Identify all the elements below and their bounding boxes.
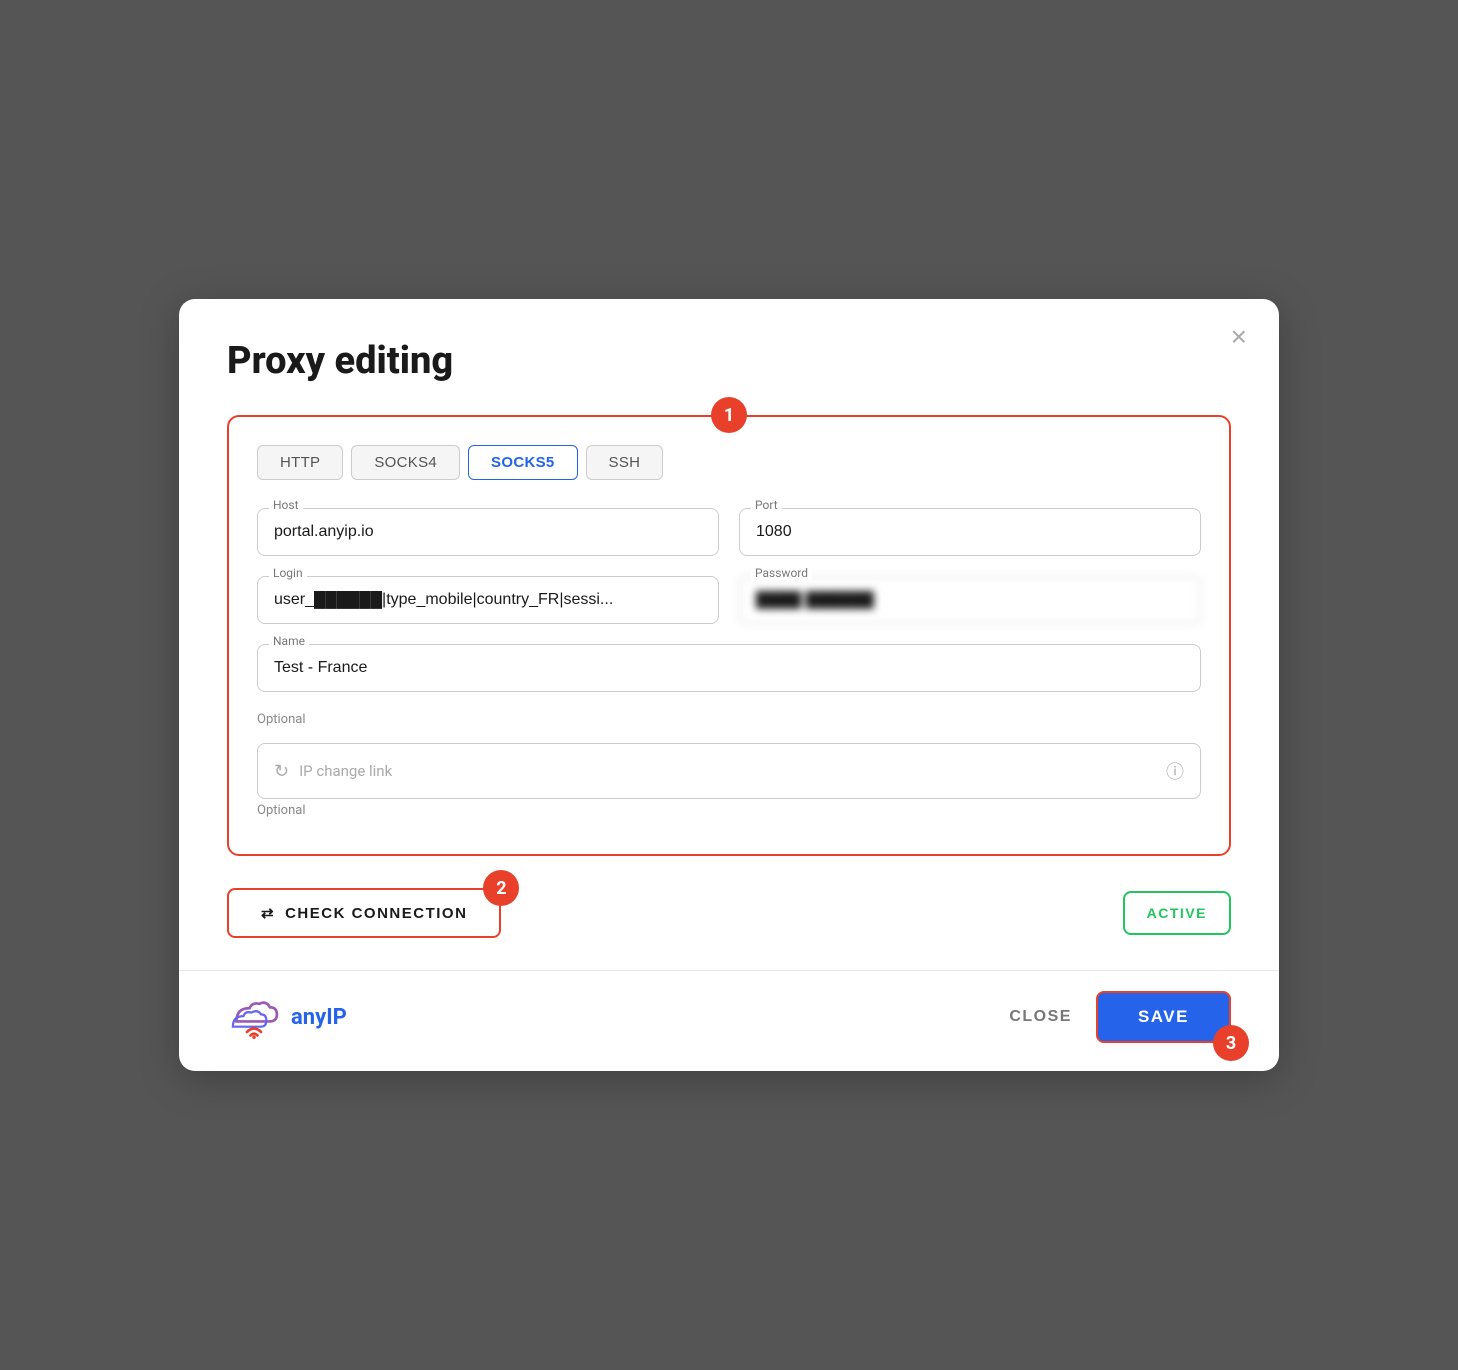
tab-socks4[interactable]: SOCKS4	[351, 445, 460, 480]
save-button[interactable]: SAVE	[1096, 991, 1231, 1043]
host-label: Host	[269, 498, 303, 512]
logo-text: anyIP	[291, 1005, 347, 1030]
name-input[interactable]	[257, 644, 1201, 692]
name-field-group: Name	[257, 644, 1201, 692]
modal-title: Proxy editing	[227, 339, 1231, 383]
logo: anyIP	[227, 995, 347, 1039]
port-input[interactable]	[739, 508, 1201, 556]
login-field-group: Login	[257, 576, 719, 624]
password-label: Password	[751, 566, 812, 580]
name-row: Name	[257, 644, 1201, 692]
footer-actions: CLOSE 3 SAVE	[1009, 991, 1231, 1043]
step-badge-2: 2	[483, 870, 519, 906]
form-section-wrapper: 1 HTTP SOCKS4 SOCKS5 SSH Host Port	[227, 415, 1231, 856]
ip-change-optional-label: Optional	[257, 803, 1201, 818]
info-icon[interactable]: ⓘ	[1166, 758, 1184, 784]
password-field-group: Password	[739, 576, 1201, 624]
footer-close-button[interactable]: CLOSE	[1009, 1008, 1072, 1026]
active-button[interactable]: ACTIVE	[1123, 891, 1231, 935]
check-connection-button[interactable]: ⇄ CHECK CONNECTION	[227, 888, 501, 938]
close-icon-button[interactable]: ×	[1231, 323, 1247, 351]
step-badge-1: 1	[711, 397, 747, 433]
name-optional-label: Optional	[257, 712, 1201, 727]
login-label: Login	[269, 566, 307, 580]
footer: anyIP CLOSE 3 SAVE	[227, 971, 1231, 1071]
ip-change-link-field: ↻ IP change link ⓘ	[257, 743, 1201, 799]
name-label: Name	[269, 634, 309, 648]
tab-ssh[interactable]: SSH	[586, 445, 664, 480]
anyip-logo-icon	[227, 995, 281, 1039]
host-field-group: Host	[257, 508, 719, 556]
tab-group: HTTP SOCKS4 SOCKS5 SSH	[257, 445, 1201, 480]
check-connection-label: CHECK CONNECTION	[285, 905, 467, 922]
host-input[interactable]	[257, 508, 719, 556]
form-section: HTTP SOCKS4 SOCKS5 SSH Host Port Lo	[227, 415, 1231, 856]
step-badge-3: 3	[1213, 1025, 1249, 1061]
ip-change-placeholder: IP change link	[299, 762, 1156, 780]
host-port-row: Host Port	[257, 508, 1201, 556]
password-input[interactable]	[739, 576, 1201, 624]
check-connection-wrapper: 2 ⇄ CHECK CONNECTION	[227, 888, 501, 938]
login-password-row: Login Password	[257, 576, 1201, 624]
arrows-icon: ⇄	[261, 904, 275, 922]
tab-http[interactable]: HTTP	[257, 445, 343, 480]
port-field-group: Port	[739, 508, 1201, 556]
tab-socks5[interactable]: SOCKS5	[468, 445, 578, 480]
action-row: 2 ⇄ CHECK CONNECTION ACTIVE	[227, 888, 1231, 938]
refresh-icon: ↻	[274, 761, 289, 782]
save-button-wrapper: 3 SAVE	[1096, 991, 1231, 1043]
port-label: Port	[751, 498, 782, 512]
proxy-editing-modal: × Proxy editing 1 HTTP SOCKS4 SOCKS5 SSH…	[179, 299, 1279, 1071]
login-input[interactable]	[257, 576, 719, 624]
